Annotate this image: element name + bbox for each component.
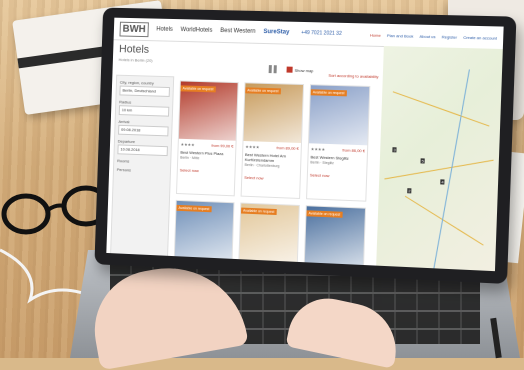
results-toolbar: Show map bbox=[268, 65, 314, 74]
radius-select[interactable]: 10 km bbox=[118, 105, 170, 117]
nav-home[interactable]: Home bbox=[370, 32, 381, 37]
map-pin[interactable]: 4 bbox=[440, 179, 445, 185]
map-road bbox=[392, 91, 490, 127]
show-map-label: Show map bbox=[294, 67, 314, 73]
map-pin[interactable]: 2 bbox=[407, 188, 412, 194]
hotel-address: Berlin · Charlottenburg bbox=[244, 162, 280, 169]
map-road bbox=[384, 159, 494, 180]
availability-tag: Available on request bbox=[245, 87, 281, 95]
destination-input[interactable]: Berlin, Deutschland bbox=[119, 85, 170, 97]
hotel-price: from 99,00 € bbox=[211, 142, 234, 149]
nav-register[interactable]: Register bbox=[442, 34, 457, 39]
hotel-card[interactable]: Available on request bbox=[173, 199, 235, 272]
select-hotel-link[interactable]: Select now bbox=[180, 167, 233, 174]
persons-label: Persons bbox=[116, 167, 132, 173]
hotel-address: Berlin · Mitte bbox=[180, 155, 200, 161]
brand-best-western[interactable]: Best Western bbox=[220, 28, 256, 35]
laptop-screen: BWH Hotels WorldHotels Best Western Sure… bbox=[106, 17, 504, 272]
site-logo[interactable]: BWH bbox=[119, 21, 149, 37]
map-pin[interactable]: 3 bbox=[392, 147, 397, 153]
nav-create-account[interactable]: Create an account bbox=[463, 34, 497, 40]
search-sidebar: City, region, country Berlin, Deutschlan… bbox=[109, 74, 175, 261]
hotel-card[interactable]: Available on request ★★★★ from 99,00 € B… bbox=[176, 80, 239, 197]
main-nav: Home Plan and Book About us Register Cre… bbox=[370, 32, 503, 40]
hotel-card[interactable]: Available on request ★★★★ from 86,00 € B… bbox=[306, 84, 371, 202]
page-subtitle: Hotels in Berlin (20) bbox=[118, 57, 153, 63]
logo-name: Hotels bbox=[156, 26, 173, 33]
phone-number[interactable]: +49 7021 2021 32 bbox=[301, 30, 342, 37]
hotel-price: from 86,00 € bbox=[342, 147, 366, 154]
hotel-card[interactable]: Available on request bbox=[303, 205, 367, 272]
nav-plan-and-book[interactable]: Plan and Book bbox=[387, 32, 414, 38]
hotel-price: from 89,00 € bbox=[276, 145, 299, 151]
laptop-lid: BWH Hotels WorldHotels Best Western Sure… bbox=[94, 7, 517, 284]
departure-date-input[interactable]: 10.08.2018 bbox=[117, 144, 168, 157]
hotel-name[interactable]: Best Western Hotel Am Kurfürstendamm bbox=[245, 152, 299, 164]
availability-tag: Available on request bbox=[310, 89, 347, 97]
sort-select[interactable]: Sort according to availability bbox=[328, 73, 378, 79]
site-header: BWH Hotels WorldHotels Best Western Sure… bbox=[113, 17, 504, 51]
hotel-card[interactable]: Available on request bbox=[237, 202, 300, 272]
hotel-results-grid: Available on request ★★★★ from 99,00 € B… bbox=[173, 80, 374, 272]
hotel-map[interactable]: 3 5 2 4 bbox=[375, 46, 503, 272]
map-icon bbox=[286, 66, 293, 73]
hotel-address: Berlin · Steglitz bbox=[310, 160, 334, 166]
arrival-date-input[interactable]: 09.08.2018 bbox=[118, 124, 169, 137]
hotel-card[interactable]: Available on request ★★★★ from 89,00 € B… bbox=[240, 82, 305, 199]
map-pin[interactable]: 5 bbox=[420, 158, 425, 164]
availability-tag: Available on request bbox=[180, 85, 216, 93]
select-hotel-link[interactable]: Select now bbox=[310, 172, 364, 179]
rooms-label: Rooms bbox=[117, 158, 130, 164]
show-map-toggle[interactable]: Show map bbox=[286, 66, 314, 74]
select-hotel-link[interactable]: Select now bbox=[244, 175, 298, 182]
brand-surestay[interactable]: SureStay bbox=[263, 29, 289, 36]
list-view-icon[interactable] bbox=[268, 65, 277, 74]
page-title: Hotels bbox=[118, 43, 150, 56]
brand-worldhotels[interactable]: WorldHotels bbox=[180, 27, 212, 34]
nav-about-us[interactable]: About us bbox=[419, 33, 435, 38]
